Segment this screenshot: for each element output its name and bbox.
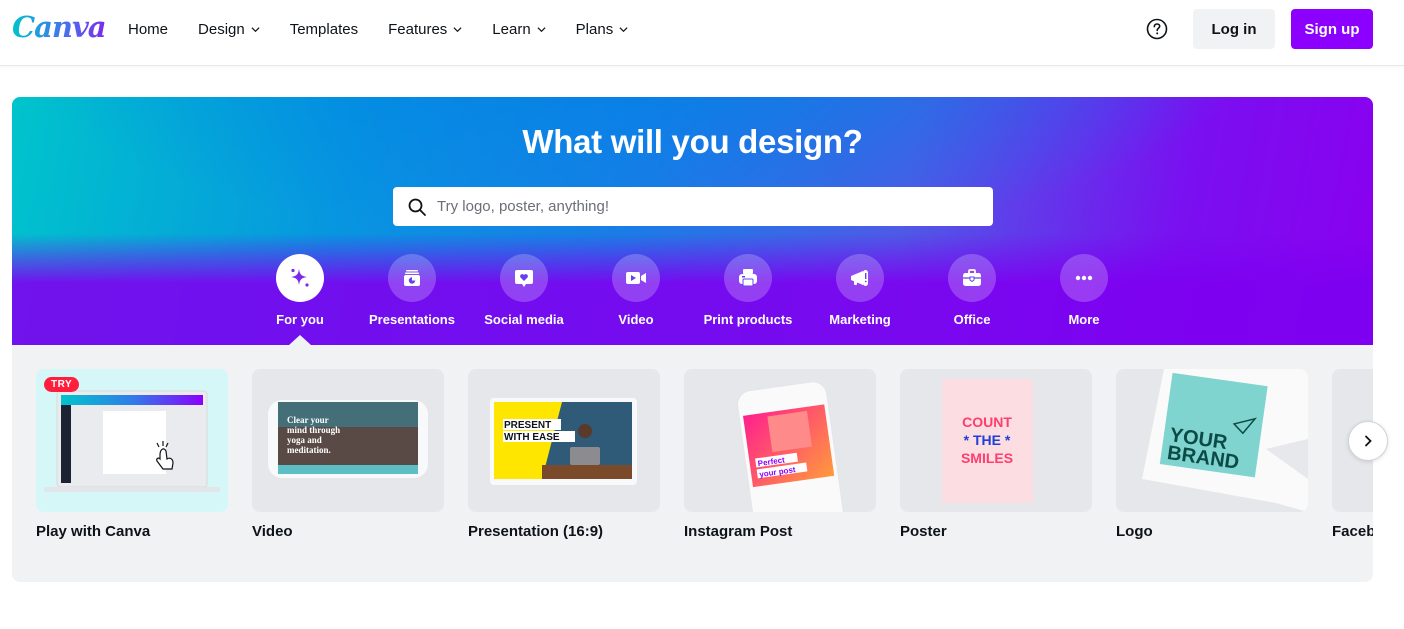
category-label: For you [276, 312, 324, 327]
chevron-right-icon [1365, 435, 1372, 447]
printer-icon [739, 269, 757, 287]
chevron-down-icon [251, 26, 260, 32]
card-label: Video [252, 523, 293, 540]
svg-text:PRESENT: PRESENT [504, 420, 551, 431]
card-label: Instagram Post [684, 523, 793, 540]
category-marketing[interactable]: Marketing [804, 254, 916, 327]
svg-text:SMILES: SMILES [961, 450, 1013, 466]
category-label: Social media [484, 312, 564, 327]
canva-logo[interactable]: Canva [12, 10, 107, 44]
nav-templates[interactable]: Templates [290, 21, 358, 38]
active-category-pointer [289, 335, 311, 345]
card-thumbnail: COUNT * THE * SMILES [900, 369, 1092, 512]
category-for-you[interactable]: For you [244, 254, 356, 327]
search-bar[interactable] [393, 187, 993, 226]
svg-text:Clear your: Clear your [287, 415, 329, 425]
chevron-down-icon [619, 26, 628, 32]
category-label: More [1068, 312, 1100, 327]
design-card-play-with-canva[interactable]: TRY Play with Canva [36, 369, 228, 540]
design-card-poster[interactable]: COUNT * THE * SMILES Poster [900, 369, 1092, 540]
next-button[interactable] [1348, 421, 1388, 461]
card-label: Poster [900, 523, 947, 540]
instagram-thumbnail: Perfect your post [737, 381, 845, 512]
chevron-down-icon [453, 26, 462, 32]
category-label: Marketing [829, 312, 891, 327]
question-circle-icon[interactable] [1146, 18, 1168, 40]
nav-design-label: Design [198, 20, 245, 38]
video-thumbnail: Clear your mind through yoga and meditat… [268, 400, 428, 478]
svg-text:yoga and: yoga and [287, 435, 322, 445]
top-navigation: Canva Home Design Templates Features Lea… [0, 0, 1404, 66]
card-label: Play with Canva [36, 523, 151, 540]
nav-learn-label: Learn [492, 20, 531, 38]
design-card-presentation[interactable]: PRESENT WITH EASE Presentation (16:9) [468, 369, 660, 540]
nav-features-label: Features [388, 20, 448, 38]
presentation-thumbnail: PRESENT WITH EASE [490, 398, 637, 485]
svg-text:COUNT: COUNT [962, 414, 1012, 430]
card-thumbnail: Perfect your post [684, 369, 876, 512]
design-type-shelf: TRY Play with Canva Clear your mind thro… [12, 345, 1373, 582]
svg-text:* THE *: * THE * [964, 432, 1011, 448]
heart-bubble-icon [515, 270, 533, 287]
chevron-down-icon [537, 26, 546, 32]
card-label: Faceb [1332, 523, 1373, 540]
megaphone-icon [851, 270, 868, 286]
category-label: Print products [703, 312, 793, 327]
search-icon [408, 198, 426, 216]
nav-templates-label: Templates [289, 20, 359, 38]
nav-learn[interactable]: Learn [492, 20, 546, 38]
category-video[interactable]: Video [580, 254, 692, 327]
category-social-media[interactable]: Social media [468, 254, 580, 327]
category-print-products[interactable]: Print products [692, 254, 804, 327]
nav-design[interactable]: Design [198, 21, 260, 38]
svg-text:meditation.: meditation. [287, 445, 331, 455]
card-thumbnail: YOUR BRAND [1116, 369, 1308, 512]
logo-thumbnail: YOUR BRAND [1142, 369, 1308, 512]
nav-features[interactable]: Features [388, 21, 462, 38]
category-bar: For you Presentations Social media Video… [12, 254, 1373, 345]
search-input[interactable] [437, 198, 977, 215]
hero-banner: What will you design? For you Presentati… [12, 97, 1373, 345]
main-nav: Home Design Templates Features Learn Pla… [128, 0, 658, 58]
card-thumbnail: PRESENT WITH EASE [468, 369, 660, 512]
design-card-logo[interactable]: YOUR BRAND Logo [1116, 369, 1308, 540]
try-badge: TRY [44, 377, 80, 392]
card-label: Presentation (16:9) [468, 523, 604, 540]
login-button[interactable]: Log in [1193, 9, 1275, 49]
svg-text:WITH EASE: WITH EASE [504, 432, 560, 443]
presentation-icon [404, 270, 420, 286]
more-dots-icon [1075, 275, 1093, 281]
category-office[interactable]: Office [916, 254, 1028, 327]
design-card-instagram-post[interactable]: Perfect your post Instagram Post [684, 369, 876, 540]
hero-title: What will you design? [522, 123, 863, 160]
category-more[interactable]: More [1028, 254, 1140, 327]
poster-thumbnail: COUNT * THE * SMILES [942, 379, 1033, 503]
video-camera-icon [626, 272, 646, 284]
card-label: Logo [1116, 523, 1153, 540]
briefcase-icon [963, 269, 981, 286]
nav-plans[interactable]: Plans [576, 21, 629, 38]
card-thumbnail: Clear your mind through yoga and meditat… [252, 369, 444, 512]
nav-plans-label: Plans [575, 20, 614, 38]
svg-text:mind through: mind through [287, 425, 340, 435]
category-label: Video [618, 312, 654, 327]
category-presentations[interactable]: Presentations [356, 254, 468, 327]
category-label: Office [953, 312, 991, 327]
nav-home[interactable]: Home [128, 21, 168, 38]
sparkle-icon [291, 268, 309, 287]
design-card-video[interactable]: Clear your mind through yoga and meditat… [252, 369, 444, 540]
nav-home-label: Home [128, 20, 169, 38]
card-thumbnail: TRY [36, 369, 228, 512]
category-label: Presentations [369, 312, 455, 327]
signup-button[interactable]: Sign up [1291, 9, 1373, 49]
